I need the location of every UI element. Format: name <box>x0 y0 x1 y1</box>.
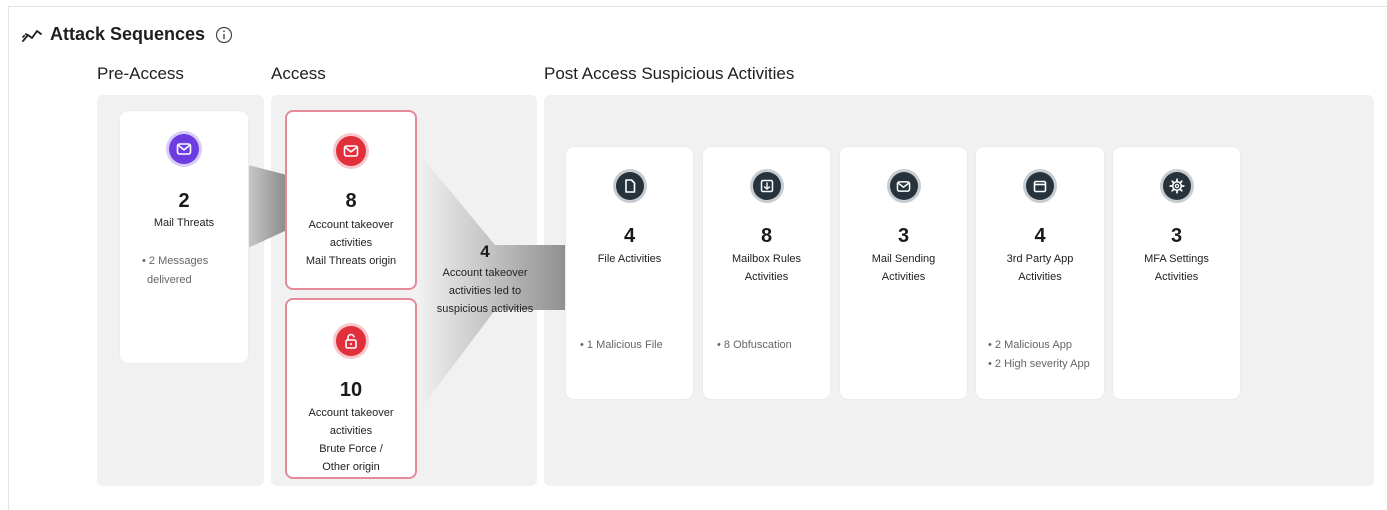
access-brute-line-1: Account takeover <box>308 407 394 419</box>
mfa-settings-line-1: MFA Settings <box>1144 253 1209 265</box>
access-card-brute-force[interactable]: 10 Account takeover activities Brute For… <box>285 298 417 479</box>
mail-threats-bullet-1: • 2 Messages <box>142 255 209 267</box>
mail-sending-line-2: Activities <box>881 271 926 283</box>
access-brute-count: 10 <box>339 379 363 401</box>
access-card-mail-origin[interactable]: 8 Account takeover activities Mail Threa… <box>285 110 417 290</box>
funnel-count: 4 <box>480 242 490 261</box>
third-party-app-count: 4 <box>1034 225 1046 247</box>
access-mail-line-2: activities <box>329 237 373 249</box>
third-party-app-line-2: Activities <box>1018 271 1062 283</box>
mail-sending-line-1: Mail Sending <box>871 253 936 265</box>
funnel-line-1: Account takeover <box>442 267 528 279</box>
mailbox-rules-icon <box>752 172 781 200</box>
mail-threats-label: Mail Threats <box>153 217 215 229</box>
mailbox-rules-line-2: Activities <box>744 271 789 283</box>
file-activities-label: File Activities <box>597 253 662 265</box>
access-mail-count: 8 <box>345 190 357 212</box>
gear-icon <box>1162 172 1191 200</box>
mailbox-rules-line-1: Mailbox Rules <box>731 253 802 265</box>
file-activities-card[interactable]: 4 File Activities • 1 Malicious File <box>566 147 693 399</box>
mail-threats-card[interactable]: 2 Mail Threats • 2 Messages delivered <box>120 111 248 363</box>
mailbox-rules-card[interactable]: 8 Mailbox Rules Activities • 8 Obfuscati… <box>703 147 830 399</box>
app-window-icon <box>1026 172 1054 200</box>
third-party-app-bullet-1: • 2 Malicious App <box>988 339 1072 351</box>
access-brute-line-4: Other origin <box>322 461 380 473</box>
unlock-icon <box>336 326 366 356</box>
mail-threats-count: 2 <box>178 190 190 212</box>
file-activities-bullet-1: • 1 Malicious File <box>580 339 663 351</box>
funnel-line-3: suspicious activities <box>436 303 534 315</box>
third-party-app-line-1: 3rd Party App <box>1006 253 1074 265</box>
access-mail-line-1: Account takeover <box>308 219 394 231</box>
file-icon <box>615 172 644 200</box>
funnel-pre-to-access <box>248 165 287 248</box>
mailbox-rules-count: 8 <box>760 225 773 247</box>
third-party-app-card[interactable]: 4 3rd Party App Activities • 2 Malicious… <box>976 147 1104 399</box>
file-activities-count: 4 <box>623 225 636 247</box>
mfa-settings-count: 3 <box>1170 225 1183 247</box>
mfa-settings-card[interactable]: 3 MFA Settings Activities <box>1113 147 1240 399</box>
funnel-line-2: activities led to <box>448 285 522 297</box>
mail-icon <box>889 172 918 200</box>
mail-sending-count: 3 <box>897 225 910 247</box>
mfa-settings-line-2: Activities <box>1154 271 1199 283</box>
third-party-app-bullet-2: • 2 High severity App <box>988 358 1090 370</box>
mail-icon <box>336 136 366 166</box>
mail-icon <box>169 134 199 164</box>
access-brute-line-2: activities <box>329 425 373 437</box>
mail-threats-bullet-2: delivered <box>147 274 192 286</box>
mail-sending-card[interactable]: 3 Mail Sending Activities <box>840 147 967 399</box>
access-brute-line-3: Brute Force / <box>319 443 383 455</box>
access-mail-line-3: Mail Threats origin <box>305 255 397 267</box>
mailbox-rules-bullet-1: • 8 Obfuscation <box>717 339 792 351</box>
